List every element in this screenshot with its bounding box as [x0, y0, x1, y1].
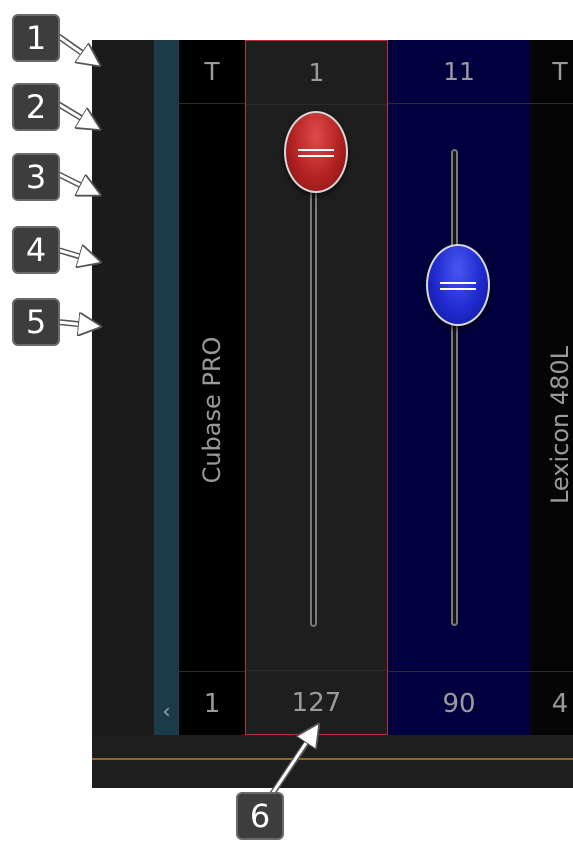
device-label: Lexicon 480L	[546, 345, 573, 505]
callout-3: 3	[12, 153, 60, 201]
channel-header: T	[530, 40, 573, 104]
fader-knob[interactable]	[284, 111, 348, 193]
scroll-left-button[interactable]: ‹	[154, 688, 179, 735]
channel-1[interactable]: 1 127	[245, 40, 388, 735]
channel-value: 1	[179, 671, 245, 735]
mixer-panel: ‹ T Cubase PRO 1 1 127 11 90 T Lexicon 4…	[92, 40, 573, 788]
channel-header: T	[179, 40, 245, 104]
divider	[92, 758, 573, 760]
fader-track[interactable]	[310, 141, 317, 627]
accent-strip	[154, 40, 179, 735]
channel-lexicon-480l[interactable]: T Lexicon 480L 4	[530, 40, 573, 735]
callout-5: 5	[12, 298, 60, 346]
chevron-left-icon: ‹	[162, 699, 171, 723]
channel-value: 127	[246, 670, 387, 734]
channel-header: 1	[246, 41, 387, 105]
fader-track[interactable]	[451, 149, 458, 626]
channel-cubase-pro[interactable]: T Cubase PRO 1	[179, 40, 245, 735]
channel-11[interactable]: 11 90	[388, 40, 530, 735]
channel-value: 90	[388, 671, 530, 735]
device-label: Cubase PRO	[198, 336, 226, 484]
fader-knob[interactable]	[426, 244, 490, 326]
callout-6: 6	[236, 792, 284, 840]
callout-2: 2	[12, 83, 60, 131]
channel-header: 11	[388, 40, 530, 104]
callout-1: 1	[12, 14, 60, 62]
callout-4: 4	[12, 226, 60, 274]
channel-value: 4	[530, 671, 573, 735]
bottom-strip	[92, 735, 573, 788]
